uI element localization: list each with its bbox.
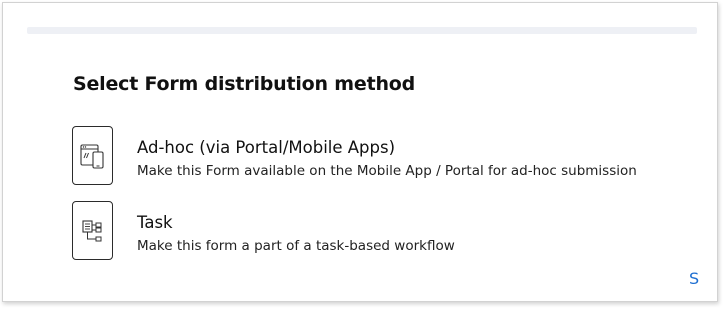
workflow-icon bbox=[72, 201, 113, 260]
option-ad-hoc[interactable]: Ad-hoc (via Portal/Mobile Apps) Make thi… bbox=[72, 126, 672, 186]
portal-mobile-icon bbox=[72, 126, 113, 185]
option-description: Make this form a part of a task-based wo… bbox=[137, 238, 455, 254]
top-strip bbox=[27, 27, 697, 34]
dialog-title: Select Form distribution method bbox=[73, 73, 416, 95]
option-description: Make this Form available on the Mobile A… bbox=[137, 163, 637, 179]
option-title: Ad-hoc (via Portal/Mobile Apps) bbox=[137, 138, 396, 157]
distribution-dialog: Select Form distribution method Ad-hoc (… bbox=[2, 2, 718, 302]
option-title: Task bbox=[137, 213, 173, 232]
corner-link[interactable]: S bbox=[689, 269, 699, 288]
option-task[interactable]: Task Make this form a part of a task-bas… bbox=[72, 201, 672, 261]
